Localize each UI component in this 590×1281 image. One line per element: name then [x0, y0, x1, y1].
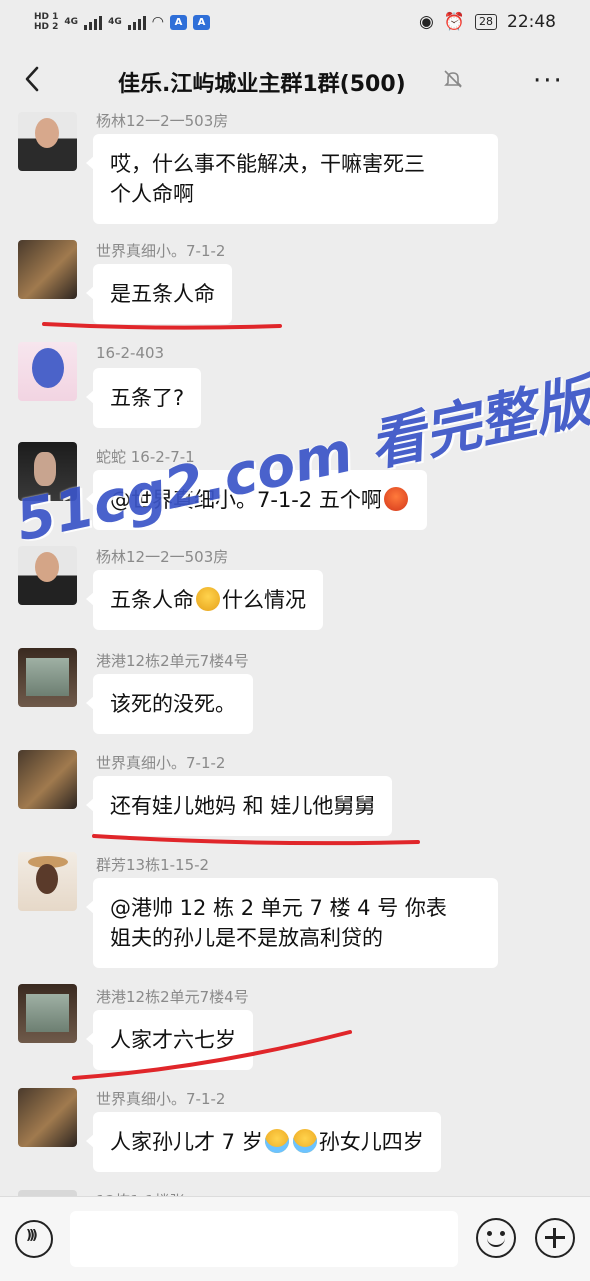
avatar[interactable]: [18, 648, 77, 707]
app-notification-icon: A: [169, 14, 187, 30]
sender-name: 世界真细小。7-1-2: [96, 1090, 226, 1108]
message-bubble[interactable]: 人家才六七岁: [86, 1010, 253, 1070]
sim1-label: HD 1: [34, 12, 59, 22]
sender-name: 世界真细小。7-1-2: [96, 754, 226, 772]
plus-icon[interactable]: [535, 1218, 575, 1258]
status-bar: HD 1 HD 2 4G 4G ◠ A A ◉ ⏰ 28 22:48: [0, 0, 590, 44]
thinking-emoji-icon: [196, 587, 220, 611]
message-bubble[interactable]: 是五条人命: [86, 264, 232, 324]
message-text: 人家才六七岁: [110, 1028, 236, 1052]
message-text-after: 孙女儿四岁: [318, 1130, 424, 1154]
sender-name: 杨林12一2一503房: [96, 112, 229, 130]
avatar[interactable]: [18, 112, 77, 171]
message-bubble[interactable]: 五条人命 什么情况: [86, 570, 323, 630]
voice-input-icon[interactable]: [15, 1220, 53, 1258]
avatar[interactable]: [18, 1088, 77, 1147]
message-text: 该死的没死。: [110, 692, 236, 716]
message-text-after: 什么情况: [222, 588, 306, 612]
message-text-line: 个人命啊: [110, 182, 194, 206]
sim2-label: HD 2: [34, 22, 59, 32]
mute-bell-icon: [442, 68, 464, 90]
signal-icon-2: [127, 14, 146, 30]
more-icon[interactable]: ···: [533, 66, 564, 96]
message-text-line: 姐夫的孙儿是不是放高利贷的: [110, 926, 383, 950]
message-text: 五条了?: [110, 386, 185, 410]
avatar[interactable]: [18, 750, 77, 809]
battery-icon: 28: [475, 14, 497, 30]
message-bubble[interactable]: 还有娃儿她妈 和 娃儿他舅舅: [85, 776, 393, 836]
message-text: 五条人命: [110, 588, 194, 612]
avatar[interactable]: [18, 984, 77, 1043]
back-icon[interactable]: [18, 64, 48, 94]
message-bubble[interactable]: 该死的没死。: [86, 674, 253, 734]
chat-header: 佳乐.江屿城业主群1群(500) ···: [0, 44, 590, 116]
eye-icon: ◉: [418, 12, 434, 32]
message-bubble[interactable]: @港帅 12 栋 2 单元 7 楼 4 号 你表 姐夫的孙儿是不是放高利贷的: [86, 878, 498, 968]
network-type-2: 4G: [108, 17, 122, 27]
alarm-icon: ⏰: [443, 12, 465, 32]
emoji-icon[interactable]: [476, 1218, 516, 1258]
message-bubble[interactable]: 五条了?: [85, 368, 202, 428]
signal-icon: [84, 14, 103, 30]
message-text-line: 哎，什么事不能解决，干嘛害死三: [110, 152, 425, 176]
sender-name: 群芳13栋1-15-2: [96, 856, 210, 874]
message-bubble[interactable]: 哎，什么事不能解决，干嘛害死三 个人命啊: [86, 134, 498, 224]
message-input[interactable]: [70, 1211, 458, 1267]
sender-name: 港港12栋2单元7楼4号: [96, 988, 249, 1006]
sim-chips: HD 1 HD 2: [34, 12, 58, 32]
message-text: 是五条人命: [110, 282, 215, 306]
sender-name: 16-2-403: [96, 344, 165, 362]
message-bubble[interactable]: 人家孙儿才 7 岁 孙女儿四岁: [86, 1112, 441, 1172]
crying-emoji-icon: [292, 1129, 317, 1153]
clock: 22:48: [507, 12, 556, 32]
sender-name: 世界真细小。7-1-2: [96, 242, 226, 260]
message-text-line: @港帅 12 栋 2 单元 7 楼 4 号 你表: [110, 896, 447, 920]
avatar[interactable]: [18, 240, 77, 299]
avatar[interactable]: [18, 342, 77, 401]
network-type-1: 4G: [64, 17, 79, 27]
message-text: 人家孙儿才 7 岁: [110, 1130, 263, 1154]
app-notification-icon-2: A: [192, 14, 210, 30]
sender-name: 港港12栋2单元7楼4号: [96, 652, 249, 670]
wifi-icon: ◠: [151, 14, 164, 30]
angry-emoji-icon: [383, 487, 408, 511]
group-title[interactable]: 佳乐.江屿城业主群1群(500): [118, 66, 406, 98]
chat-input-bar: [0, 1196, 590, 1281]
crying-emoji-icon: [264, 1129, 289, 1153]
sender-name: 杨林12一2一503房: [96, 548, 229, 566]
avatar[interactable]: [18, 852, 77, 911]
message-text: 还有娃儿她妈 和 娃儿他舅舅: [110, 794, 376, 818]
